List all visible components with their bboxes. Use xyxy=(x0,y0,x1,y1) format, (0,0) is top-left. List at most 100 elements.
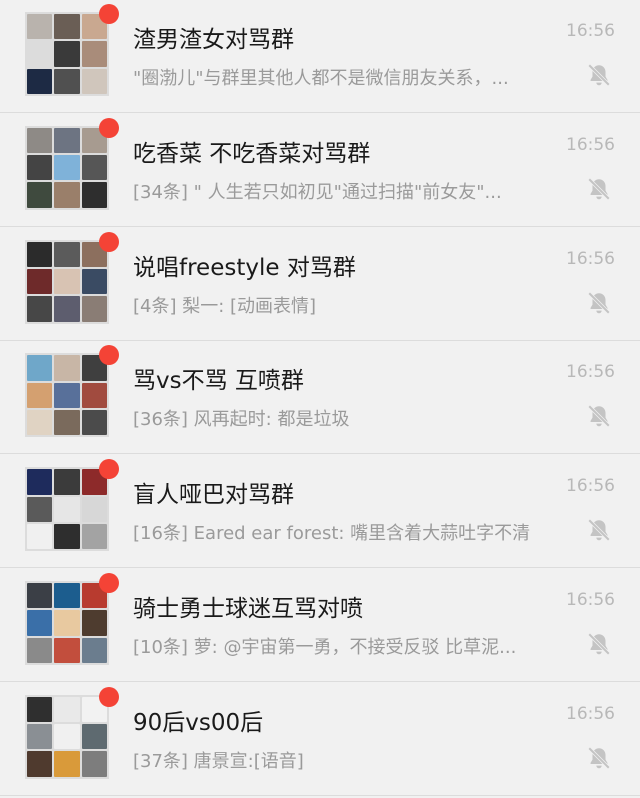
chat-time: 16:56 xyxy=(566,21,615,41)
chat-row[interactable]: 渣男渣女对骂群 "圈渤儿"与群里其他人都不是微信朋友关系，... 16:56 xyxy=(0,0,640,113)
chat-time: 16:56 xyxy=(566,248,615,269)
member-avatar-tile xyxy=(27,469,53,495)
chat-title: 骂vs不骂 互喷群 xyxy=(133,368,304,395)
member-avatar-tile xyxy=(54,155,80,181)
member-avatar-tile xyxy=(54,241,80,267)
mute-bell-icon xyxy=(588,519,610,542)
group-avatar[interactable] xyxy=(25,345,119,438)
member-avatar-tile xyxy=(54,268,80,295)
member-avatar-tile xyxy=(54,496,80,522)
chat-row[interactable]: 骑士勇士球迷互骂对喷 [10条] 萝: @宇宙第一勇，不接受反驳 比草泥... 16… xyxy=(0,569,640,682)
chat-time: 16:56 xyxy=(566,590,615,610)
chat-row[interactable]: 盲人哑巴对骂群 [16条] Eared ear forest: 嘴里含着大蒜吐字不… xyxy=(0,455,640,569)
member-avatar-tile xyxy=(54,751,80,777)
avatar-grid xyxy=(25,125,109,210)
chat-row[interactable]: 说唱freestyle 对骂群 [4条] 梨一: [动画表情] 16:56 xyxy=(0,228,640,341)
member-avatar-tile xyxy=(27,410,53,436)
chat-preview: [10条] 萝: @宇宙第一勇，不接受反驳 比草泥... xyxy=(133,637,517,658)
member-avatar-tile xyxy=(27,14,53,40)
member-avatar-tile xyxy=(54,410,80,436)
member-avatar-tile xyxy=(54,182,80,208)
member-avatar-tile xyxy=(27,68,53,94)
avatar-grid xyxy=(25,12,109,96)
member-avatar-tile xyxy=(27,268,53,295)
chat-row[interactable]: 骂vs不骂 互喷群 [36条] 风再起时: 都是垃圾 16:56 xyxy=(0,341,640,455)
mute-bell-icon xyxy=(588,291,610,314)
member-avatar-tile xyxy=(81,155,107,181)
member-avatar-tile xyxy=(54,14,80,40)
member-avatar-tile xyxy=(27,637,53,663)
member-avatar-tile xyxy=(81,610,107,636)
member-avatar-tile xyxy=(54,523,80,550)
chat-title: 盲人哑巴对骂群 xyxy=(133,482,294,509)
avatar-grid xyxy=(25,239,109,324)
member-avatar-tile xyxy=(54,382,80,409)
member-avatar-tile xyxy=(81,268,107,295)
member-avatar-tile xyxy=(27,583,53,609)
member-avatar-tile xyxy=(81,751,107,777)
unread-dot xyxy=(99,231,119,252)
unread-dot xyxy=(99,345,119,366)
member-avatar-tile xyxy=(81,724,107,750)
member-avatar-tile xyxy=(27,382,53,409)
mute-bell-icon xyxy=(588,746,610,769)
member-avatar-tile xyxy=(81,182,107,208)
group-avatar[interactable] xyxy=(25,4,119,96)
member-avatar-tile xyxy=(54,696,80,723)
chat-title: 渣男渣女对骂群 xyxy=(133,27,294,53)
member-avatar-tile xyxy=(81,496,107,522)
unread-dot xyxy=(99,459,119,480)
chat-preview: [16条] Eared ear forest: 嘴里含着大蒜吐字不清 xyxy=(133,523,531,545)
member-avatar-tile xyxy=(27,724,53,750)
member-avatar-tile xyxy=(27,155,53,181)
group-avatar[interactable] xyxy=(25,117,119,210)
group-avatar[interactable] xyxy=(25,459,119,552)
member-avatar-tile xyxy=(54,583,80,609)
group-avatar[interactable] xyxy=(25,573,119,665)
member-avatar-tile xyxy=(81,410,107,436)
member-avatar-tile xyxy=(27,296,53,322)
chat-title: 骑士勇士球迷互骂对喷 xyxy=(133,596,363,622)
member-avatar-tile xyxy=(27,41,53,67)
avatar-grid xyxy=(25,581,109,665)
member-avatar-tile xyxy=(54,637,80,663)
chat-time: 16:56 xyxy=(566,362,615,383)
unread-dot xyxy=(99,117,119,138)
member-avatar-tile xyxy=(81,382,107,409)
unread-dot xyxy=(99,573,119,593)
chat-row[interactable]: 吃香菜 不吃香菜对骂群 [34条] " 人生若只如初见"通过扫描"前女友"... 1… xyxy=(0,114,640,227)
chat-title: 吃香菜 不吃香菜对骂群 xyxy=(133,140,371,167)
avatar-grid xyxy=(25,467,109,552)
chat-time: 16:56 xyxy=(566,476,615,497)
group-avatar[interactable] xyxy=(25,231,119,324)
mute-bell-icon xyxy=(588,633,610,655)
unread-dot xyxy=(99,686,119,707)
chat-row[interactable]: 90后vs00后 [37条] 唐景宣:[语音] 16:56 xyxy=(0,683,640,796)
chat-preview: [4条] 梨一: [动画表情] xyxy=(133,295,317,317)
member-avatar-tile xyxy=(81,523,107,550)
member-avatar-tile xyxy=(27,127,53,154)
member-avatar-tile xyxy=(27,355,53,381)
avatar-grid xyxy=(25,694,109,779)
mute-bell-icon xyxy=(588,405,610,428)
chat-title: 90后vs00后 xyxy=(133,709,264,736)
member-avatar-tile xyxy=(81,637,107,663)
member-avatar-tile xyxy=(54,724,80,750)
member-avatar-tile xyxy=(27,751,53,777)
chat-time: 16:56 xyxy=(566,134,615,155)
chat-preview: [37条] 唐景宣:[语音] xyxy=(133,750,304,772)
mute-bell-icon xyxy=(588,177,610,200)
group-avatar[interactable] xyxy=(25,686,119,779)
member-avatar-tile xyxy=(27,610,53,636)
member-avatar-tile xyxy=(27,696,53,723)
avatar-grid xyxy=(25,353,109,438)
chat-time: 16:56 xyxy=(566,703,615,724)
member-avatar-tile xyxy=(54,127,80,154)
chat-preview: [34条] " 人生若只如初见"通过扫描"前女友"... xyxy=(133,181,502,203)
member-avatar-tile xyxy=(54,296,80,322)
member-avatar-tile xyxy=(54,68,80,94)
member-avatar-tile xyxy=(81,296,107,322)
member-avatar-tile xyxy=(27,241,53,267)
member-avatar-tile xyxy=(27,523,53,550)
member-avatar-tile xyxy=(54,610,80,636)
